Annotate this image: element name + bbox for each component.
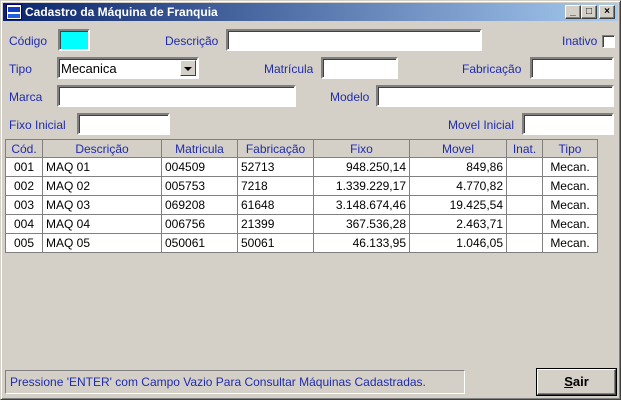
matricula-label: Matrícula [264, 62, 314, 76]
cell-movel: 2.463,71 [409, 214, 507, 234]
col-header-tipo[interactable]: Tipo [542, 139, 598, 158]
inativo-label: Inativo [562, 34, 598, 48]
cell-fixo: 3.148.674,46 [313, 195, 410, 215]
cell-matricula: 050061 [161, 233, 238, 253]
modelo-label: Modelo [330, 90, 370, 104]
table-row[interactable]: 001 MAQ 01 004509 52713 948.250,14 849,8… [5, 157, 598, 177]
cell-fabricacao: 7218 [237, 176, 314, 196]
tipo-select[interactable]: Mecanica [57, 57, 199, 79]
matricula-field[interactable] [321, 57, 398, 79]
cell-fixo: 367.536,28 [313, 214, 410, 234]
cell-descricao: MAQ 04 [42, 214, 162, 234]
descricao-label: Descrição [165, 34, 219, 48]
cell-fabricacao: 21399 [237, 214, 314, 234]
tipo-label: Tipo [9, 62, 32, 76]
fabricacao-label: Fabricação [462, 62, 522, 76]
cell-tipo: Mecan. [542, 233, 598, 253]
cell-matricula: 069208 [161, 195, 238, 215]
table-row[interactable]: 003 MAQ 03 069208 61648 3.148.674,46 19.… [5, 195, 598, 215]
cell-inat [506, 195, 543, 215]
col-header-cod[interactable]: Cód. [5, 139, 43, 158]
exit-button-label: air [572, 374, 589, 389]
table-row[interactable]: 004 MAQ 04 006756 21399 367.536,28 2.463… [5, 214, 598, 234]
app-icon [6, 4, 22, 20]
table-header-row: Cód. Descrição Matricula Fabricação Fixo… [5, 139, 598, 158]
fixo-inicial-label: Fixo Inicial [9, 118, 66, 132]
cell-descricao: MAQ 01 [42, 157, 162, 177]
cell-inat [506, 176, 543, 196]
cell-descricao: MAQ 05 [42, 233, 162, 253]
movel-inicial-label: Movel Inicial [448, 118, 515, 132]
cell-fabricacao: 50061 [237, 233, 314, 253]
inativo-checkbox[interactable] [602, 35, 615, 48]
status-bar: Pressione 'ENTER' com Campo Vazio Para C… [5, 370, 465, 394]
col-header-descricao[interactable]: Descrição [42, 139, 162, 158]
marca-label: Marca [9, 90, 43, 104]
codigo-label: Código [9, 34, 48, 48]
cell-cod: 003 [5, 195, 43, 215]
cell-descricao: MAQ 03 [42, 195, 162, 215]
cell-cod: 002 [5, 176, 43, 196]
cell-movel: 19.425,54 [409, 195, 507, 215]
table-row[interactable]: 005 MAQ 05 050061 50061 46.133,95 1.046,… [5, 233, 598, 253]
col-header-fabricacao[interactable]: Fabricação [237, 139, 314, 158]
cell-movel: 849,86 [409, 157, 507, 177]
title-bar[interactable]: Cadastro da Máquina de Franquia _ □ × [3, 3, 618, 21]
machines-table: Cód. Descrição Matricula Fabricação Fixo… [5, 139, 598, 253]
cell-fixo: 1.339.229,17 [313, 176, 410, 196]
cell-descricao: MAQ 02 [42, 176, 162, 196]
modelo-field[interactable] [376, 85, 614, 107]
cell-tipo: Mecan. [542, 195, 598, 215]
col-header-fixo[interactable]: Fixo [313, 139, 410, 158]
fabricacao-field[interactable] [530, 57, 614, 79]
col-header-matricula[interactable]: Matricula [161, 139, 238, 158]
cell-matricula: 005753 [161, 176, 238, 196]
fixo-inicial-field[interactable] [77, 113, 170, 135]
cell-tipo: Mecan. [542, 214, 598, 234]
cell-fabricacao: 52713 [237, 157, 314, 177]
exit-button[interactable]: Sair [537, 369, 616, 395]
col-header-inat[interactable]: Inat. [506, 139, 543, 158]
tipo-select-value: Mecanica [61, 61, 117, 76]
maximize-button[interactable]: □ [581, 5, 597, 19]
cell-matricula: 004509 [161, 157, 238, 177]
table-row[interactable]: 002 MAQ 02 005753 7218 1.339.229,17 4.77… [5, 176, 598, 196]
cell-tipo: Mecan. [542, 176, 598, 196]
movel-inicial-field[interactable] [522, 113, 614, 135]
cell-inat [506, 233, 543, 253]
marca-field[interactable] [57, 85, 296, 107]
cell-cod: 005 [5, 233, 43, 253]
cell-tipo: Mecan. [542, 157, 598, 177]
cell-movel: 1.046,05 [409, 233, 507, 253]
cell-cod: 001 [5, 157, 43, 177]
cell-inat [506, 214, 543, 234]
cell-inat [506, 157, 543, 177]
minimize-button[interactable]: _ [565, 5, 581, 19]
close-button[interactable]: × [599, 5, 615, 19]
machines-grid[interactable]: Cód. Descrição Matricula Fabricação Fixo… [5, 139, 602, 255]
window-title: Cadastro da Máquina de Franquia [25, 5, 218, 19]
col-header-movel[interactable]: Movel [409, 139, 507, 158]
exit-button-accelerator: S [564, 374, 573, 389]
main-window: Cadastro da Máquina de Franquia _ □ × Có… [0, 0, 621, 400]
cell-cod: 004 [5, 214, 43, 234]
cell-movel: 4.770,82 [409, 176, 507, 196]
codigo-field[interactable] [58, 29, 90, 51]
descricao-field[interactable] [226, 29, 482, 51]
cell-fixo: 948.250,14 [313, 157, 410, 177]
cell-matricula: 006756 [161, 214, 238, 234]
cell-fabricacao: 61648 [237, 195, 314, 215]
chevron-down-icon[interactable] [180, 60, 196, 76]
cell-fixo: 46.133,95 [313, 233, 410, 253]
